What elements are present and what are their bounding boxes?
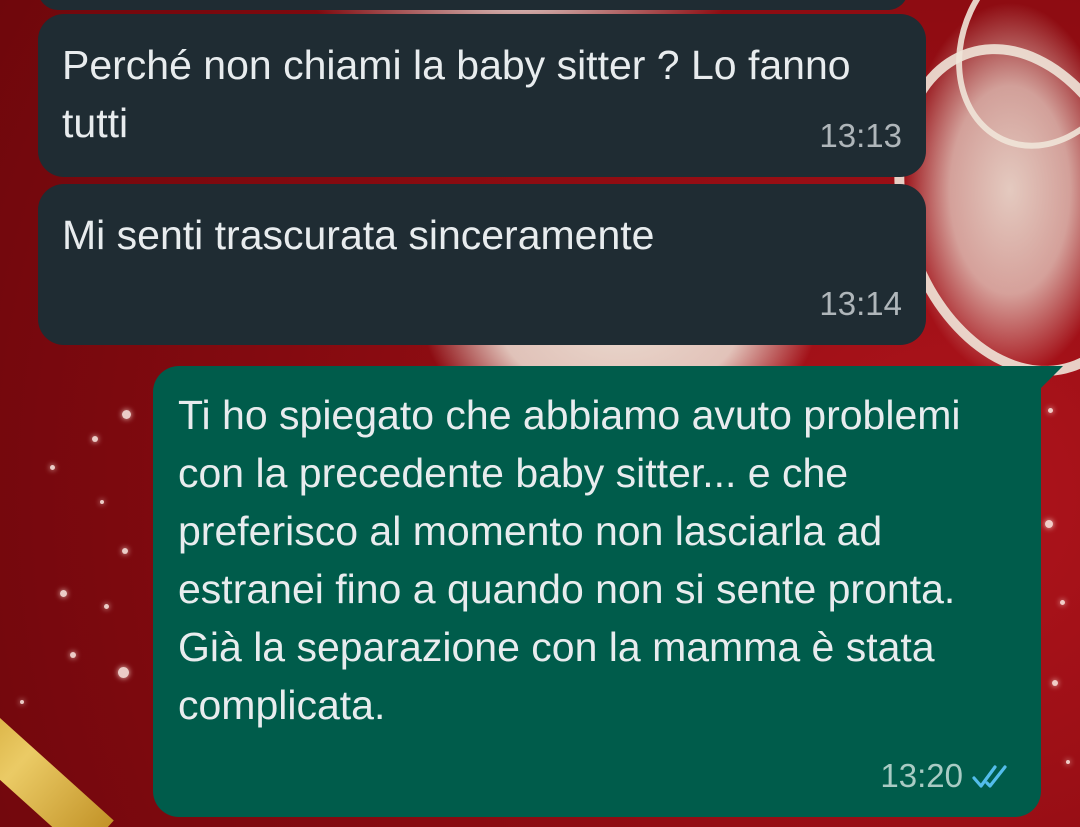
message-meta: 13:20 bbox=[880, 757, 1017, 795]
previous-message-bubble-edge bbox=[38, 0, 908, 10]
double-check-read-icon bbox=[972, 765, 1007, 788]
incoming-message-bubble[interactable]: Mi senti trascurata sinceramente 13:14 bbox=[38, 184, 926, 345]
message-meta: 13:14 bbox=[819, 285, 902, 323]
message-timestamp: 13:13 bbox=[819, 117, 902, 154]
message-meta: 13:13 bbox=[819, 117, 902, 155]
message-timestamp: 13:14 bbox=[819, 285, 902, 322]
message-text: Perché non chiami la baby sitter ? Lo fa… bbox=[62, 42, 851, 146]
message-text: Mi senti trascurata sinceramente bbox=[62, 212, 655, 258]
message-timestamp: 13:20 bbox=[880, 757, 963, 794]
incoming-message-bubble[interactable]: Perché non chiami la baby sitter ? Lo fa… bbox=[38, 14, 926, 177]
outgoing-message-bubble[interactable]: Ti ho spiegato che abbiamo avuto problem… bbox=[153, 366, 1063, 817]
message-text: Ti ho spiegato che abbiamo avuto problem… bbox=[178, 392, 961, 728]
